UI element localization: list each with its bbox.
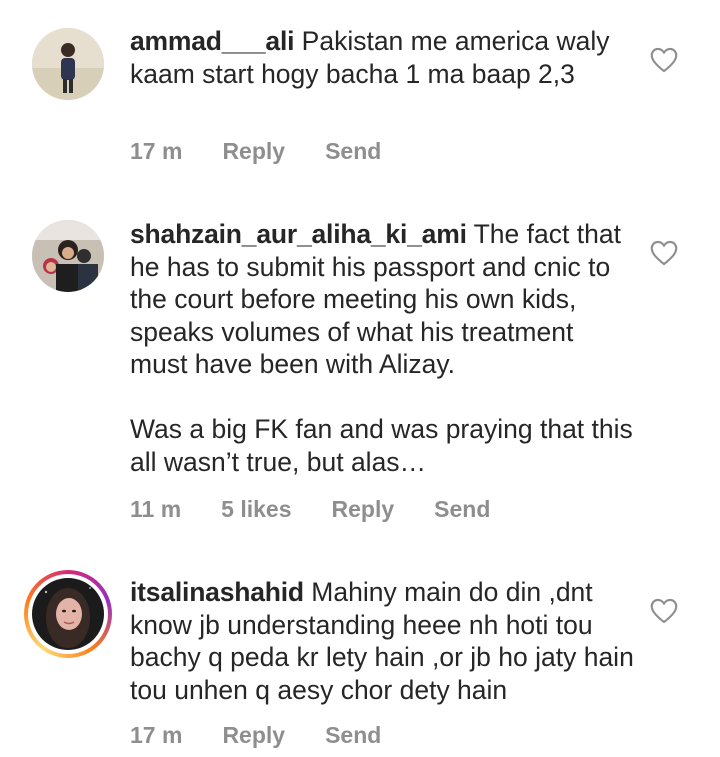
comment-meta: 17 m Reply Send <box>130 138 421 165</box>
likes-count[interactable]: 5 likes <box>221 496 291 523</box>
story-ring[interactable] <box>24 570 112 658</box>
comment-time: 17 m <box>130 722 183 748</box>
send-button[interactable]: Send <box>325 722 381 749</box>
avatar[interactable] <box>32 578 104 650</box>
reply-button[interactable]: Reply <box>332 496 395 523</box>
comment-meta: 11 m 5 likes Reply Send <box>130 496 530 523</box>
comment-text-block: shahzain_aur_aliha_ki_ami The fact that … <box>130 218 635 478</box>
comment-item: ammad___ali Pakistan me america waly kaa… <box>0 0 720 190</box>
reply-button[interactable]: Reply <box>222 138 285 165</box>
comment-meta: 17 m Reply Send <box>130 722 421 749</box>
comment-time: 17 m <box>130 138 183 164</box>
heart-outline-icon[interactable] <box>650 47 678 73</box>
comment-text-block: ammad___ali Pakistan me america waly kaa… <box>130 25 635 90</box>
comment-username[interactable]: shahzain_aur_aliha_ki_ami <box>130 219 467 249</box>
avatar[interactable] <box>32 220 104 292</box>
heart-outline-icon[interactable] <box>650 598 678 624</box>
avatar[interactable] <box>32 28 104 100</box>
send-button[interactable]: Send <box>434 496 490 523</box>
comment-text: The fact that he has to submit his passp… <box>130 219 633 477</box>
reply-button[interactable]: Reply <box>222 722 285 749</box>
comment-time: 11 m <box>130 496 182 522</box>
comment-username[interactable]: ammad___ali <box>130 26 294 56</box>
comment-text-block: itsalinashahid Mahiny main do din ,dnt k… <box>130 576 635 706</box>
heart-outline-icon[interactable] <box>650 240 678 266</box>
comment-username[interactable]: itsalinashahid <box>130 577 304 607</box>
send-button[interactable]: Send <box>325 138 381 165</box>
